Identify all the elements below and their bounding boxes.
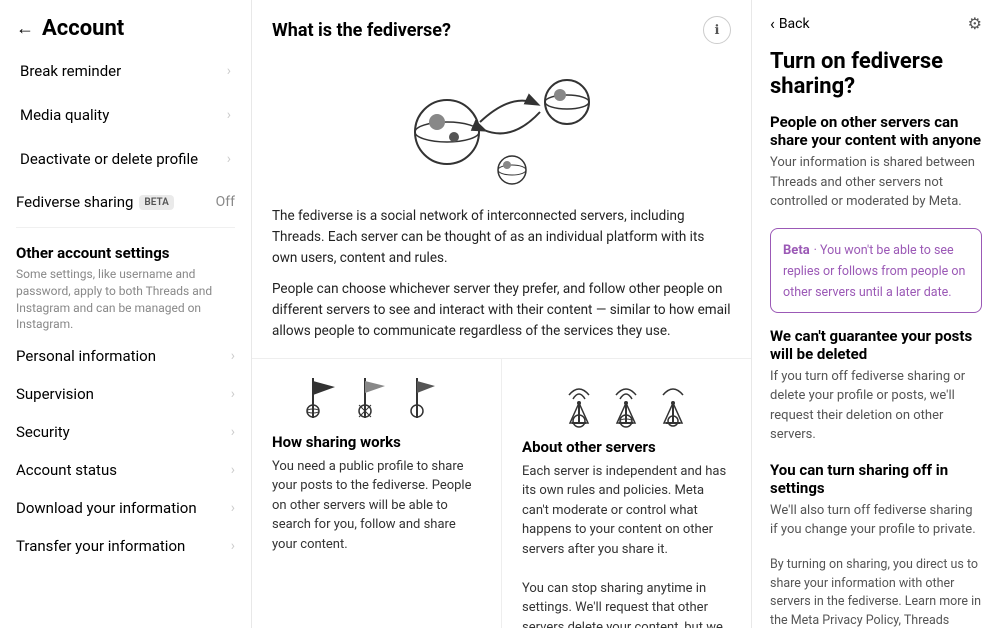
middle-panel: What is the fediverse? ℹ [252, 0, 752, 628]
sidebar-item-transfer-info[interactable]: Transfer your information › [0, 527, 251, 565]
info-icon-button[interactable]: ℹ [703, 16, 731, 44]
right-header: ‹ Back ⚙ [752, 0, 1000, 43]
other-account-settings-section: Other account settings Some settings, li… [0, 232, 251, 337]
fediverse-desc-2: People can choose whichever server they … [272, 279, 731, 342]
middle-description: The fediverse is a social network of int… [252, 206, 751, 352]
chevron-right-icon: › [227, 151, 231, 167]
sidebar-item-personal-info[interactable]: Personal information › [0, 337, 251, 375]
back-button[interactable]: ‹ Back [770, 14, 810, 33]
other-account-desc: Some settings, like username and passwor… [16, 266, 235, 333]
right-panel: ‹ Back ⚙ Turn on fediverse sharing? Peop… [752, 0, 1000, 628]
fediverse-status: Off [216, 194, 235, 210]
sidebar-item-security[interactable]: Security › [0, 413, 251, 451]
about-servers-right: About other servers Each server is indep… [502, 359, 751, 628]
sidebar-item-deactivate[interactable]: Deactivate or delete profile › [4, 138, 247, 180]
back-arrow-icon: ← [16, 18, 34, 39]
flag-icon-1 [305, 373, 345, 423]
radio-tower-1 [562, 373, 597, 428]
sidebar-item-fediverse[interactable]: Fediverse sharing BETA Off [0, 181, 251, 223]
radio-tower-3 [656, 373, 691, 428]
section1-title: People on other servers can share your c… [770, 113, 982, 149]
sidebar-item-supervision[interactable]: Supervision › [0, 375, 251, 413]
sidebar: ← Account Break reminder › Media quality… [0, 0, 252, 628]
section2-title: We can't guarantee your posts will be de… [770, 327, 982, 363]
sidebar-item-account-status[interactable]: Account status › [0, 451, 251, 489]
back-chevron-icon: ‹ [770, 14, 775, 33]
beta-badge: BETA [139, 195, 173, 210]
about-servers-text: Each server is independent and has its o… [522, 462, 731, 628]
back-label: Back [779, 16, 810, 32]
middle-title: What is the fediverse? [272, 20, 451, 41]
fediverse-desc-1: The fediverse is a social network of int… [272, 206, 731, 269]
right-content: Turn on fediverse sharing? People on oth… [752, 43, 1000, 628]
chevron-right-icon: › [227, 107, 231, 123]
beta-info-box: Beta · You won't be able to see replies … [770, 228, 982, 313]
chevron-right-icon: › [227, 63, 231, 79]
how-sharing-section: How sharing works You need a public prof… [252, 358, 751, 628]
sidebar-item-break-reminder[interactable]: Break reminder › [4, 50, 247, 92]
chevron-right-icon: › [231, 500, 235, 516]
radio-tower-2 [609, 373, 644, 428]
sidebar-item-download-info[interactable]: Download your information › [0, 489, 251, 527]
about-servers-title: About other servers [522, 438, 731, 456]
how-sharing-title: How sharing works [272, 433, 481, 451]
flag-icon-2 [357, 373, 397, 423]
section3-text: We'll also turn off fediverse sharing if… [770, 501, 982, 540]
how-sharing-left: How sharing works You need a public prof… [252, 359, 502, 628]
sidebar-title: Account [42, 16, 124, 41]
chevron-right-icon: › [231, 386, 235, 402]
settings-icon[interactable]: ⚙ [968, 14, 982, 33]
divider [16, 227, 235, 228]
right-main-title: Turn on fediverse sharing? [770, 49, 982, 99]
chevron-right-icon: › [231, 462, 235, 478]
middle-header: What is the fediverse? ℹ [252, 0, 751, 52]
beta-text: · You won't be able to see replies or fo… [783, 243, 965, 300]
chevron-right-icon: › [231, 538, 235, 554]
other-account-title: Other account settings [16, 244, 235, 262]
how-sharing-text: You need a public profile to share your … [272, 457, 481, 555]
fediverse-diagram [392, 62, 612, 192]
section2-text: If you turn off fediverse sharing or del… [770, 367, 982, 445]
right-section-turn-off: You can turn sharing off in settings We'… [770, 461, 982, 540]
chevron-right-icon: › [231, 424, 235, 440]
section1-text: Your information is shared between Threa… [770, 153, 982, 212]
fediverse-illustration [252, 52, 751, 206]
section4-text: By turning on sharing, you direct us to … [770, 556, 982, 628]
sidebar-item-media-quality[interactable]: Media quality › [4, 94, 247, 136]
sidebar-back-button[interactable]: ← Account [0, 0, 251, 49]
right-section-delete: We can't guarantee your posts will be de… [770, 327, 982, 445]
right-section-sharing: People on other servers can share your c… [770, 113, 982, 212]
chevron-right-icon: › [231, 348, 235, 364]
flag-icon-3 [409, 373, 449, 423]
section3-title: You can turn sharing off in settings [770, 461, 982, 497]
beta-label: Beta [783, 243, 810, 258]
